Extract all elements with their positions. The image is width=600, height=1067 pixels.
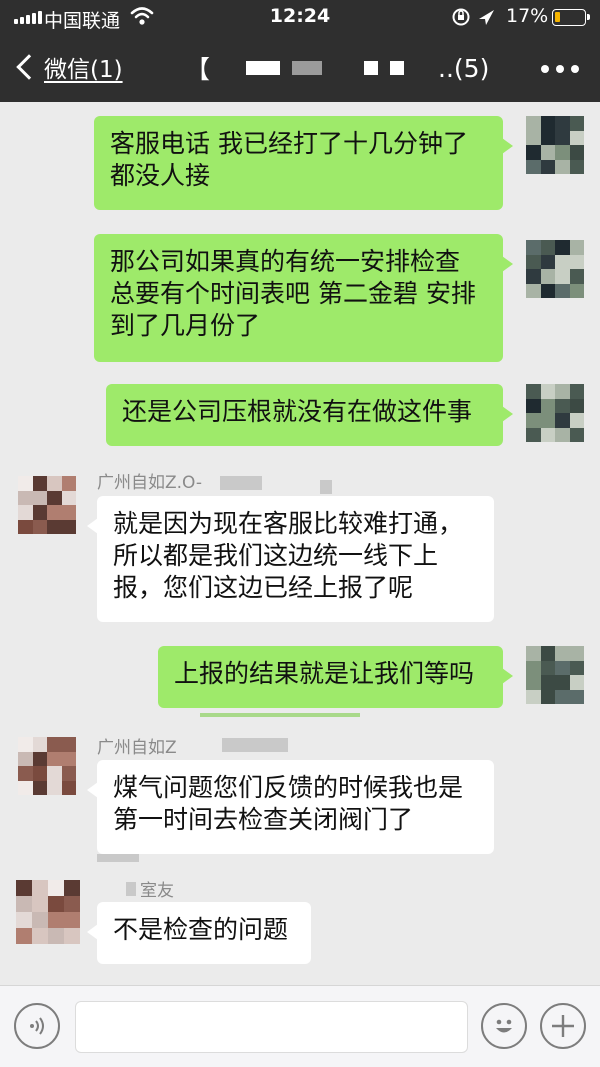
message-bubble-sent[interactable]: 客服电话 我已经打了十几分钟了 都没人接 (94, 116, 513, 210)
back-button[interactable]: 微信(1) (14, 50, 123, 84)
location-lock-icon (452, 8, 494, 26)
message-line: 都没人接 (110, 161, 211, 190)
message-line: 到了几月份了 (110, 311, 261, 340)
plus-icon[interactable] (540, 1003, 586, 1049)
nav-bar: 微信(1) 【 ..(5) (0, 34, 600, 102)
voice-wave-icon (30, 1017, 44, 1035)
sender-name: 广州自如Z.O- (97, 473, 203, 493)
redacted-block (220, 476, 262, 490)
chat-title: 【 ..(5) (185, 50, 489, 86)
member-count: ..(5) (438, 53, 490, 83)
title-prefix: 【 (185, 55, 211, 84)
plus-glyph-icon (552, 1015, 574, 1037)
voice-icon[interactable] (14, 1003, 60, 1049)
top-bar: 中国联通 12:24 17% 微信(1) 【 ..(5) (0, 0, 600, 102)
message-line: 报，您们这边已经上报了呢 (113, 573, 414, 602)
sender-avatar[interactable] (18, 476, 76, 534)
sender-avatar[interactable] (18, 737, 76, 795)
my-avatar[interactable] (526, 646, 584, 704)
my-avatar[interactable] (526, 384, 584, 442)
message-bubble-received[interactable]: 煤气问题您们反馈的时候我也是 第一时间去检查关闭阀门了 (87, 760, 494, 854)
message-line: 还是公司压根就没有在做这件事 (122, 397, 473, 426)
battery-icon (552, 9, 590, 26)
redacted-block (390, 61, 405, 75)
message-bubble-sent[interactable]: 还是公司压根就没有在做这件事 (106, 384, 513, 446)
message-line: 煤气问题您们反馈的时候我也是 (113, 773, 464, 802)
battery-level-fill (555, 12, 560, 22)
redacted-block (364, 61, 379, 75)
chat-area[interactable]: 客服电话 我已经打了十几分钟了 都没人接 那公司如果真的有统一安排检查 总要有个… (0, 102, 600, 985)
my-avatar[interactable] (526, 116, 584, 174)
message-input[interactable] (75, 1001, 468, 1053)
redacted-block (246, 61, 281, 75)
message-bubble-sent[interactable]: 那公司如果真的有统一安排检查 总要有个时间表吧 第二金碧 安排 到了几月份了 (94, 234, 513, 362)
battery-percent: 17% (506, 5, 549, 27)
back-label: 微信(1) (44, 57, 123, 83)
emoji-icon[interactable] (481, 1003, 527, 1049)
redacted-block (126, 882, 136, 896)
redacted-block (292, 61, 323, 75)
sender-avatar[interactable] (16, 880, 80, 944)
message-line: 客服电话 我已经打了十几分钟了 (110, 129, 468, 158)
message-bubble-received[interactable]: 不是检查的问题 (87, 902, 311, 964)
message-line: 就是因为现在客服比较难打通， (113, 509, 464, 538)
redacted-block (97, 854, 139, 862)
message-line: 总要有个时间表吧 第二金碧 安排 (110, 279, 476, 308)
chevron-left-icon (16, 54, 42, 80)
more-dots-icon[interactable] (541, 65, 579, 73)
message-line: 第一时间去检查关闭阀门了 (113, 805, 414, 834)
message-line: 所以都是我们这边统一线下上 (113, 541, 439, 570)
my-avatar[interactable] (526, 240, 584, 298)
message-bubble-sent[interactable]: 上报的结果就是让我们等吗 (158, 646, 513, 708)
redacted-block (320, 480, 332, 494)
status-bar: 中国联通 12:24 17% (0, 0, 600, 34)
message-line: 那公司如果真的有统一安排检查 (110, 247, 461, 276)
redacted-block (200, 713, 360, 717)
sender-name: 室友 (140, 881, 174, 901)
redacted-block (222, 738, 288, 752)
sender-name: 广州自如Z (97, 738, 177, 758)
message-bubble-received[interactable]: 就是因为现在客服比较难打通， 所以都是我们这边统一线下上 报，您们这边已经上报了… (87, 496, 494, 622)
smiley-icon (496, 1019, 512, 1033)
input-bar (0, 985, 600, 1067)
message-line: 上报的结果就是让我们等吗 (174, 659, 475, 688)
location-arrow-icon (479, 10, 494, 25)
message-line: 不是检查的问题 (113, 915, 289, 944)
